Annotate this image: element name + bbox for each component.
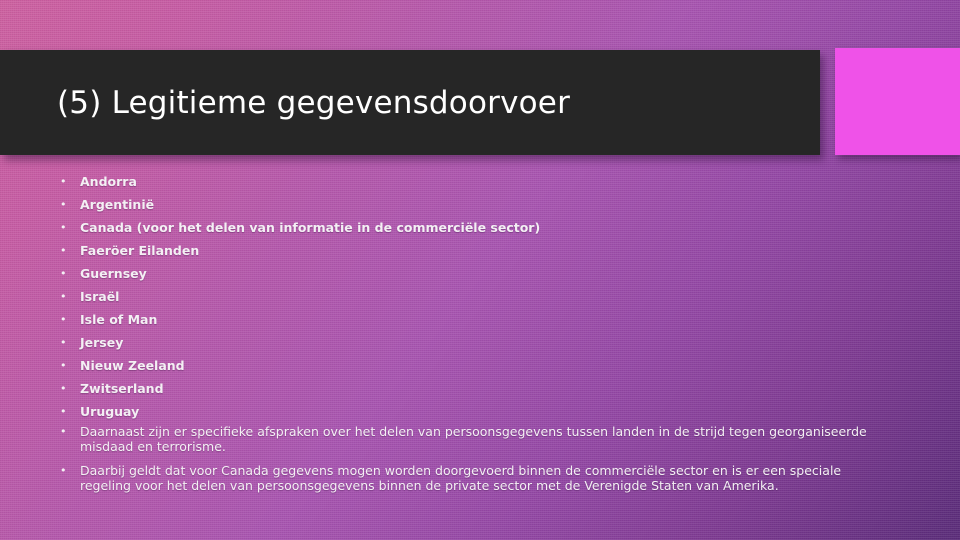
list-item: • Daarnaast zijn er specifieke afspraken … — [60, 424, 890, 454]
bullet-point-icon: • — [60, 464, 67, 477]
list-item: • Argentinië — [60, 193, 890, 216]
list-item-label: Andorra — [80, 174, 137, 189]
bullet-point-icon: • — [60, 382, 67, 395]
bullet-point-icon: • — [60, 267, 67, 280]
bullet-point-icon: • — [60, 221, 67, 234]
list-item-label: Jersey — [80, 335, 124, 350]
bullet-point-icon: • — [60, 405, 67, 418]
list-item: • Faeröer Eilanden — [60, 239, 890, 262]
list-item-label: Daarbij geldt dat voor Canada gegevens m… — [80, 463, 842, 493]
list-item-label: Canada (voor het delen van informatie in… — [80, 220, 541, 235]
bullet-point-icon: • — [60, 336, 67, 349]
list-item-label: Faeröer Eilanden — [80, 243, 200, 258]
accent-block — [835, 48, 960, 155]
list-item: • Nieuw Zeeland — [60, 354, 890, 377]
list-item: • Uruguay — [60, 400, 890, 423]
page-title: (5) Legitieme gegevensdoorvoer — [57, 84, 571, 121]
list-item: • Andorra — [60, 170, 890, 193]
bullet-point-icon: • — [60, 198, 67, 211]
list-item-label: Isle of Man — [80, 312, 158, 327]
bullet-point-icon: • — [60, 313, 67, 326]
bullet-list: • Andorra • Argentinië • Canada (voor het del… — [60, 170, 890, 493]
presentation-slide: (5) Legitieme gegevensdoorvoer • Andorra •… — [0, 0, 960, 540]
list-item: • Daarbij geldt dat voor Canada gegevens … — [60, 463, 890, 493]
title-banner: (5) Legitieme gegevensdoorvoer — [0, 50, 820, 155]
list-item-label: Argentinië — [80, 197, 155, 212]
list-item: • Jersey — [60, 331, 890, 354]
list-item: • Guernsey — [60, 262, 890, 285]
list-item-label: Guernsey — [80, 266, 147, 281]
list-item: • Canada (voor het delen van informatie i… — [60, 216, 890, 239]
bullet-point-icon: • — [60, 175, 67, 188]
list-item-label: Israël — [80, 289, 120, 304]
bullet-point-icon: • — [60, 359, 67, 372]
list-item: • Israël — [60, 285, 890, 308]
list-item: • Zwitserland — [60, 377, 890, 400]
bullet-point-icon: • — [60, 425, 67, 438]
list-item-label: Zwitserland — [80, 381, 164, 396]
list-item: • Isle of Man — [60, 308, 890, 331]
list-item-label: Uruguay — [80, 404, 140, 419]
list-item-label: Daarnaast zijn er specifieke afspraken o… — [80, 424, 867, 454]
bullet-point-icon: • — [60, 244, 67, 257]
list-item-label: Nieuw Zeeland — [80, 358, 185, 373]
bullet-point-icon: • — [60, 290, 67, 303]
